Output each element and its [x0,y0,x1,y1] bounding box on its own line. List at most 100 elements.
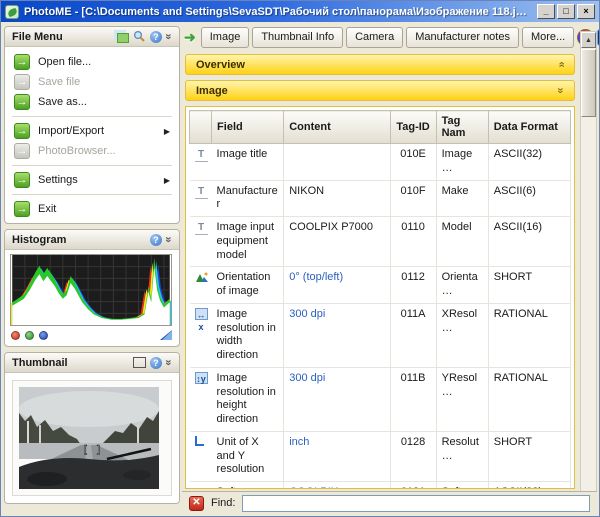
menu-item-import-export[interactable]: →Import/Export▶ [5,121,179,141]
collapse-chevron-icon[interactable]: « [163,33,174,39]
menu-item-save-as[interactable]: →Save as... [5,92,179,112]
tag-name-cell: Image… [436,144,488,181]
histogram-header[interactable]: Histogram ? « [5,230,179,250]
go-arrow-icon[interactable]: ➜ [184,29,196,46]
green-arrow-icon: → [14,74,30,90]
vertical-scrollbar[interactable]: ▲ ▼ [580,31,597,514]
menu-item-exit[interactable]: → Exit [5,199,179,219]
menu-separator [12,194,172,195]
file-menu-header[interactable]: File Menu ? « [5,27,179,47]
menu-item-label: Save as... [38,96,87,108]
images-icon[interactable] [117,33,129,43]
tab-more[interactable]: More... [522,27,574,48]
green-arrow-icon: → [14,201,30,217]
minimize-button[interactable]: _ [537,4,555,19]
section-overview[interactable]: Overview « [185,54,575,75]
main-area: ➜ ImageThumbnail InfoCameraManufacturer … [182,25,597,490]
thumbnail-image[interactable]: [ ] [19,387,159,489]
scrollbar-thumb[interactable] [581,49,596,117]
sidebar: File Menu ? « →Open file...→Save file→Sa… [4,26,180,512]
content-cell[interactable]: COOLPIX P7000V1.1 [284,482,390,490]
blue-channel-button[interactable] [39,331,48,340]
find-input[interactable] [242,495,590,512]
crop-marks-icon[interactable] [133,357,146,368]
menu-item-open-file[interactable]: →Open file... [5,52,179,72]
tag-name-cell: Software [436,482,488,490]
tab-camera[interactable]: Camera [346,27,403,48]
field-cell: Image resolution in height direction [212,367,284,431]
histogram-mode-icon[interactable] [160,330,172,340]
thumbnail-panel: Thumbnail ? « [4,352,180,504]
tab-manufacturer-notes[interactable]: Manufacturer notes [406,27,519,48]
table-row[interactable]: Orientation of image0° (top/left)0112Ori… [190,267,571,304]
text-icon: T [195,487,208,489]
green-arrow-icon: → [14,143,30,159]
text-icon: T [195,186,208,199]
table-header-row[interactable]: FieldContentTag-IDTag NamData Format [190,111,571,144]
help-icon[interactable]: ? [150,357,162,369]
table-row[interactable]: TImage title010EImage…ASCII(32) [190,144,571,181]
field-cell: Orientation of image [212,267,284,304]
data-format-cell: ASCII(16) [488,217,570,267]
menu-item-settings[interactable]: →Settings▶ [5,170,179,190]
tag-id-cell: 010F [390,180,436,217]
find-close-icon[interactable]: ✕ [189,496,204,511]
search-icon[interactable] [133,30,146,43]
file-menu-body: →Open file...→Save file→Save as...→Impor… [5,47,179,223]
content-cell[interactable]: 0° (top/left) [284,267,390,304]
section-image[interactable]: Image « [185,80,575,101]
field-cell: Image title [212,144,284,181]
field-cell: Unit of X and Y resolution [212,431,284,481]
maximize-button[interactable]: □ [557,4,575,19]
window-title: PhotoME - [C:\Documents and Settings\Sev… [24,6,532,18]
help-icon[interactable]: ? [150,234,162,246]
table-row[interactable]: ↕yImage resolution in height direction30… [190,367,571,431]
tag-id-cell: 0110 [390,217,436,267]
table-row[interactable]: TManufacturerNIKON010FMakeASCII(6) [190,180,571,217]
text-icon: T [195,149,208,162]
table-row[interactable]: TImage input equipment modelCOOLPIX P700… [190,217,571,267]
collapse-chevron-icon[interactable]: « [555,87,566,93]
column-header-tag-nam[interactable]: Tag Nam [436,111,488,144]
help-icon[interactable]: ? [150,31,162,43]
x-resolution-icon: ↔x [195,308,208,320]
expand-chevron-icon[interactable]: « [555,61,566,67]
field-cell: Image resolution in width direction [212,303,284,367]
scroll-up-button[interactable]: ▲ [581,32,596,48]
column-header-tag-id[interactable]: Tag-ID [390,111,436,144]
tab-image[interactable]: Image [201,27,250,48]
green-arrow-icon: → [14,123,30,139]
data-format-cell: RATIONAL [488,303,570,367]
tag-name-cell: YResol… [436,367,488,431]
red-channel-button[interactable] [11,331,20,340]
table-row[interactable]: Unit of X and Y resolutioninch0128Resolu… [190,431,571,481]
titlebar[interactable]: PhotoME - [C:\Documents and Settings\Sev… [1,1,599,22]
table-row[interactable]: ↔x Image resolution in width direction300… [190,303,571,367]
data-format-cell: SHORT [488,431,570,481]
content-cell[interactable]: 300 dpi [284,303,390,367]
content-cell[interactable]: 300 dpi [284,367,390,431]
table-row[interactable]: TSoftwareCOOLPIX P7000V1.10131SoftwareAS… [190,482,571,490]
content-cell: COOLPIX P7000 [284,217,390,267]
collapse-chevron-icon[interactable]: « [163,236,174,242]
column-header-icon[interactable] [190,111,212,144]
column-header-data-format[interactable]: Data Format [488,111,570,144]
tab-thumbnail-info[interactable]: Thumbnail Info [252,27,343,48]
tag-name-cell: Make [436,180,488,217]
data-format-cell: ASCII(32) [488,482,570,490]
column-header-field[interactable]: Field [212,111,284,144]
collapse-chevron-icon[interactable]: « [163,359,174,365]
tag-id-cell: 010E [390,144,436,181]
green-arrow-icon: → [14,172,30,188]
menu-item-label: Exit [38,203,56,215]
menu-item-label: Save file [38,76,80,88]
submenu-arrow-icon: ▶ [164,127,170,136]
histogram-body [5,250,179,346]
column-header-content[interactable]: Content [284,111,390,144]
content-cell[interactable]: inch [284,431,390,481]
close-button[interactable]: × [577,4,595,19]
menu-item-save-file: → Save file [5,72,179,92]
tag-id-cell: 0128 [390,431,436,481]
green-channel-button[interactable] [25,331,34,340]
thumbnail-header[interactable]: Thumbnail ? « [5,353,179,373]
